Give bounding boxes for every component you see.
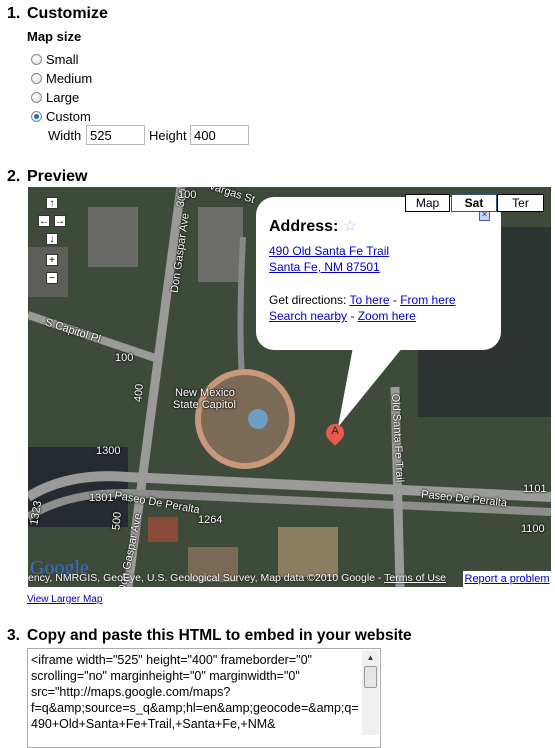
address-number: 100: [178, 189, 197, 201]
radio-large[interactable]: Large: [31, 90, 79, 105]
section-preview-heading: 2. Preview: [7, 168, 87, 186]
zoom-here-link[interactable]: Zoom here: [358, 309, 416, 323]
width-label: Width: [48, 128, 82, 143]
separator: -: [347, 309, 358, 323]
separator: -: [389, 293, 401, 307]
map-preview[interactable]: Vargas St Don Gaspar Ave S Capitol Pl Ne…: [28, 187, 551, 587]
section-embed-heading: 3. Copy and paste this HTML to embed in y…: [7, 627, 412, 645]
pan-up-button[interactable]: ↑: [46, 197, 58, 209]
info-window: Address: ☆ 490 Old Santa Fe Trail Santa …: [256, 197, 501, 350]
radio-label: Small: [46, 52, 79, 67]
radio-small[interactable]: Small: [31, 52, 79, 67]
radio-label: Custom: [46, 109, 91, 124]
scrollbar-thumb[interactable]: [364, 666, 377, 688]
height-input[interactable]: [190, 125, 249, 145]
pan-down-button[interactable]: ↓: [46, 233, 58, 245]
address-number: 400: [132, 383, 146, 403]
textarea-scrollbar[interactable]: ▲: [362, 650, 379, 735]
attribution-text: ency, NMRGIS, GeoEye, U.S. Geological Su…: [28, 572, 385, 584]
scroll-up-arrow-icon[interactable]: ▲: [362, 653, 379, 662]
marker-label: A: [331, 425, 339, 437]
info-heading-text: Address:: [269, 218, 339, 235]
star-icon[interactable]: ☆: [343, 218, 357, 235]
directions-label: Get directions:: [269, 293, 350, 307]
pan-left-button[interactable]: ←: [38, 215, 50, 227]
map-size-label: Map size: [27, 29, 82, 44]
section-title: Customize: [27, 5, 108, 22]
address-number: 1264: [198, 514, 223, 526]
section-number: 3.: [7, 627, 20, 644]
address-line2-link[interactable]: Santa Fe, NM 87501: [269, 260, 380, 274]
address-number: 1101: [523, 483, 547, 495]
from-here-link[interactable]: From here: [400, 293, 455, 307]
map-attribution: ency, NMRGIS, GeoEye, U.S. Geological Su…: [28, 572, 446, 584]
report-problem-box[interactable]: Report a problem: [463, 571, 551, 587]
map-type-map-button[interactable]: Map: [405, 194, 450, 212]
address-number: 1300: [96, 445, 121, 457]
radio-button[interactable]: [31, 92, 42, 103]
section-title: Copy and paste this HTML to embed in you…: [27, 627, 412, 644]
radio-label: Large: [46, 90, 80, 105]
section-number: 1.: [7, 5, 21, 22]
width-input[interactable]: [86, 125, 145, 145]
height-label: Height: [149, 128, 187, 143]
place-label: State Capitol: [173, 399, 236, 411]
terms-of-use-link[interactable]: Terms of Use: [384, 572, 446, 584]
to-here-link[interactable]: To here: [349, 293, 389, 307]
radio-button[interactable]: [31, 54, 42, 65]
report-problem-link[interactable]: Report a problem: [465, 573, 550, 585]
radio-label: Medium: [46, 71, 93, 86]
search-nearby-link[interactable]: Search nearby: [269, 309, 347, 323]
view-larger-map-link[interactable]: View Larger Map: [27, 594, 102, 605]
zoom-in-button[interactable]: +: [46, 254, 58, 266]
map-type-sat-button[interactable]: Sat: [451, 194, 497, 212]
section-customize-heading: 1. Customize: [7, 5, 108, 23]
place-label: New Mexico: [175, 387, 235, 399]
radio-button[interactable]: [31, 73, 42, 84]
radio-button[interactable]: [31, 111, 42, 122]
pan-right-button[interactable]: →: [54, 215, 66, 227]
radio-custom[interactable]: Custom: [31, 109, 91, 124]
map-type-ter-button[interactable]: Ter: [497, 194, 544, 212]
address-number: 500: [110, 511, 124, 531]
address-line1-link[interactable]: 490 Old Santa Fe Trail: [269, 244, 389, 258]
address-number: 100: [115, 352, 134, 364]
section-number: 2.: [7, 168, 21, 185]
zoom-out-button[interactable]: −: [46, 272, 58, 284]
embed-code-textarea[interactable]: <iframe width="525" height="400" framebo…: [27, 648, 381, 748]
section-title: Preview: [27, 168, 88, 185]
info-heading: Address: ☆: [269, 216, 357, 236]
radio-medium[interactable]: Medium: [31, 71, 92, 86]
address-number: 1100: [521, 523, 545, 535]
address-number: 1301: [89, 492, 114, 504]
